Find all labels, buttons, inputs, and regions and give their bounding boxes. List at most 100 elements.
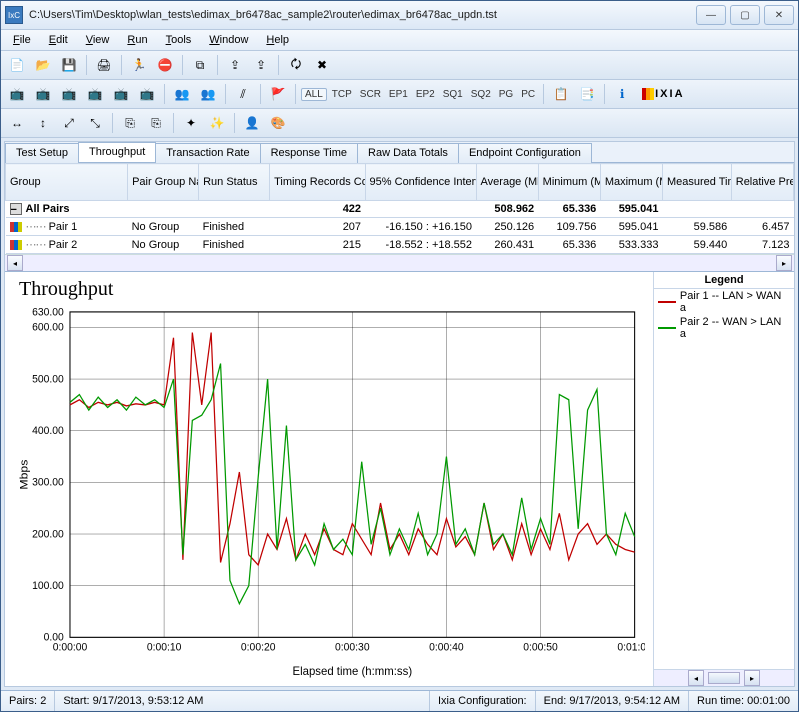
status-start: Start: 9/17/2013, 9:53:12 AM <box>55 691 430 711</box>
scroll-left-icon[interactable]: ◂ <box>7 255 23 271</box>
delete-icon[interactable]: ✖ <box>310 53 334 77</box>
app-icon: IxC <box>5 6 23 24</box>
tab-test-setup[interactable]: Test Setup <box>5 143 79 163</box>
filter-ep2[interactable]: EP2 <box>413 89 438 100</box>
col-measured[interactable]: Measured Time (sec) <box>662 164 731 201</box>
content-area: Test Setup Throughput Transaction Rate R… <box>4 141 795 687</box>
tv3-icon[interactable]: 📺 <box>57 82 81 106</box>
filter-tcp[interactable]: TCP <box>329 89 355 100</box>
window-title: C:\Users\Tim\Desktop\wlan_tests\edimax_b… <box>29 9 696 21</box>
tab-raw-data[interactable]: Raw Data Totals <box>357 143 459 163</box>
col-min[interactable]: Minimum (Mbps) <box>538 164 600 201</box>
report2-icon[interactable]: 📑 <box>575 82 599 106</box>
menu-tools[interactable]: Tools <box>158 32 200 48</box>
scroll-thumb[interactable] <box>708 672 740 684</box>
svg-text:630.00: 630.00 <box>32 306 64 318</box>
filter-all[interactable]: ALL <box>301 88 327 101</box>
col-group[interactable]: Group <box>6 164 128 201</box>
close-button[interactable]: ✕ <box>764 5 794 25</box>
col-precision[interactable]: Relative Precision <box>731 164 793 201</box>
t3f-icon[interactable]: ⎘ <box>144 111 168 135</box>
menu-help[interactable]: Help <box>258 32 297 48</box>
toolbar-3: ↔ ↕ ⤢ ⤡ ⎘ ⎘ ✦ ✨ 👤 🎨 <box>1 109 798 138</box>
flag-icon[interactable]: 🚩 <box>266 82 290 106</box>
svg-text:Elapsed time (h:mm:ss): Elapsed time (h:mm:ss) <box>292 664 412 679</box>
tv4-icon[interactable]: 📺 <box>83 82 107 106</box>
legend-item[interactable]: Pair 2 -- WAN > LAN a <box>654 315 794 341</box>
menu-file[interactable]: File <box>5 32 39 48</box>
svg-text:400.00: 400.00 <box>32 425 64 437</box>
report1-icon[interactable]: 📋 <box>549 82 573 106</box>
info-icon[interactable]: ℹ <box>610 82 634 106</box>
menu-run[interactable]: Run <box>119 32 155 48</box>
print-icon[interactable]: 🖨 <box>92 53 116 77</box>
filter-sq1[interactable]: SQ1 <box>440 89 466 100</box>
t3c-icon[interactable]: ⤢ <box>57 111 81 135</box>
col-max[interactable]: Maximum (Mbps) <box>600 164 662 201</box>
filter-sq2[interactable]: SQ2 <box>468 89 494 100</box>
svg-text:600.00: 600.00 <box>32 322 64 334</box>
tv2-icon[interactable]: 📺 <box>31 82 55 106</box>
run-icon[interactable]: 🏃 <box>127 53 151 77</box>
tab-transaction[interactable]: Transaction Rate <box>155 143 260 163</box>
scroll-right-icon[interactable]: ▸ <box>776 255 792 271</box>
menu-view[interactable]: View <box>78 32 118 48</box>
col-run-status[interactable]: Run Status <box>199 164 270 201</box>
scroll-left-icon[interactable]: ◂ <box>688 670 704 686</box>
menu-edit[interactable]: Edit <box>41 32 76 48</box>
tab-response[interactable]: Response Time <box>260 143 358 163</box>
t3b-icon[interactable]: ↕ <box>31 111 55 135</box>
legend-item-label: Pair 1 -- LAN > WAN a <box>680 290 790 314</box>
split-icon[interactable]: ⫽ <box>231 82 255 106</box>
copy-icon[interactable]: ⧉ <box>188 53 212 77</box>
menu-window[interactable]: Window <box>201 32 256 48</box>
col-timing[interactable]: Timing Records Completed <box>270 164 365 201</box>
grid-scrollbar[interactable]: ◂ ▸ <box>5 254 794 271</box>
svg-text:200.00: 200.00 <box>32 528 64 540</box>
stop-icon[interactable]: ⛔ <box>153 53 177 77</box>
filter-scr[interactable]: SCR <box>357 89 384 100</box>
filter-ep1[interactable]: EP1 <box>386 89 411 100</box>
svg-text:300.00: 300.00 <box>32 476 64 488</box>
table-row[interactable]: ⋯⋯ Pair 2 No Group Finished 215 -18.552 … <box>6 236 794 254</box>
palette-icon[interactable]: 🎨 <box>266 111 290 135</box>
new-icon[interactable]: 📄 <box>5 53 29 77</box>
tv1-icon[interactable]: 📺 <box>5 82 29 106</box>
open-icon[interactable]: 📂 <box>31 53 55 77</box>
legend-item[interactable]: Pair 1 -- LAN > WAN a <box>654 289 794 315</box>
tv5-icon[interactable]: 📺 <box>109 82 133 106</box>
refresh-icon[interactable]: 🗘 <box>284 53 308 77</box>
status-end: End: 9/17/2013, 9:54:12 AM <box>536 691 689 711</box>
summary-row[interactable]: −All Pairs 422 508.962 65.336 595.041 <box>6 201 794 218</box>
export2-icon[interactable]: ⇪ <box>249 53 273 77</box>
col-pair-group[interactable]: Pair Group Name <box>128 164 199 201</box>
export-icon[interactable]: ⇪ <box>223 53 247 77</box>
maximize-button[interactable]: ▢ <box>730 5 760 25</box>
t3e-icon[interactable]: ⎘ <box>118 111 142 135</box>
col-confidence[interactable]: 95% Confidence Interval <box>365 164 476 201</box>
table-row[interactable]: ⋯⋯ Pair 1 No Group Finished 207 -16.150 … <box>6 218 794 236</box>
people-icon[interactable]: 👥 <box>170 82 194 106</box>
save-icon[interactable]: 💾 <box>57 53 81 77</box>
minimize-button[interactable]: — <box>696 5 726 25</box>
legend-panel: Legend Pair 1 -- LAN > WAN a Pair 2 -- W… <box>653 272 794 686</box>
ixia-brand: IXIA <box>642 88 684 100</box>
filter-pc[interactable]: PC <box>518 89 538 100</box>
tab-endpoint[interactable]: Endpoint Configuration <box>458 143 592 163</box>
tab-throughput[interactable]: Throughput <box>78 142 156 162</box>
people2-icon[interactable]: 👥 <box>196 82 220 106</box>
throughput-chart[interactable]: 0.00100.00200.00300.00400.00500.00600.00… <box>13 303 645 682</box>
legend-scrollbar[interactable]: ◂ ▸ <box>654 669 794 686</box>
tv6-icon[interactable]: 📺 <box>135 82 159 106</box>
scroll-right-icon[interactable]: ▸ <box>744 670 760 686</box>
t3d-icon[interactable]: ⤡ <box>83 111 107 135</box>
svg-text:500.00: 500.00 <box>32 373 64 385</box>
results-grid: Group Pair Group Name Run Status Timing … <box>5 163 794 272</box>
wand-icon[interactable]: ✨ <box>205 111 229 135</box>
user-icon[interactable]: 👤 <box>240 111 264 135</box>
col-avg[interactable]: Average (Mbps) <box>476 164 538 201</box>
t3a-icon[interactable]: ↔ <box>5 111 29 135</box>
svg-text:100.00: 100.00 <box>32 580 64 592</box>
t3g-icon[interactable]: ✦ <box>179 111 203 135</box>
filter-pg[interactable]: PG <box>496 89 516 100</box>
